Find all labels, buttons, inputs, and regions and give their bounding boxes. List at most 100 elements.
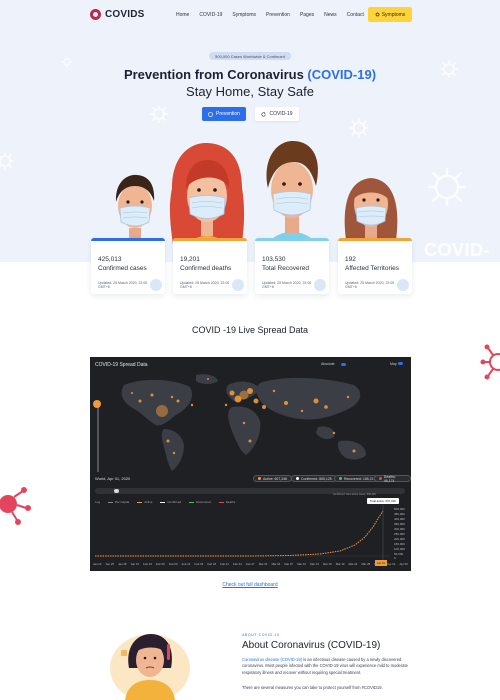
stat-value: 192: [345, 256, 356, 263]
about-covid-link[interactable]: Coronavirus disease (COVID-19): [242, 657, 302, 662]
x-tick: Mar 07: [284, 562, 294, 566]
logo-text: COVIDS: [105, 9, 145, 20]
stat-label: Confirmed cases: [98, 265, 147, 272]
zoom-slider-track[interactable]: [97, 404, 99, 472]
sick-woman-illustration: [110, 634, 190, 700]
active-dot-icon: [258, 477, 261, 480]
nav-item-home[interactable]: Home: [176, 12, 189, 18]
logo[interactable]: COVIDS: [90, 9, 145, 20]
stat-updated: Updated: 25 March 2020, 22:00 GMT+6: [98, 281, 148, 289]
prevention-button[interactable]: Prevention: [202, 107, 246, 121]
active-cases-line-chart[interactable]: [90, 505, 411, 562]
tab-recovered[interactable]: Recovered: [189, 500, 211, 504]
virus-icon: [150, 105, 168, 123]
about-title: About Coronavirus (COVID-19): [242, 640, 381, 651]
y-tick: 0: [394, 556, 396, 560]
virus-icon: [150, 279, 162, 291]
tab-label: Per Capita: [115, 500, 130, 504]
x-tick: Jan 31: [130, 562, 139, 566]
nav-item-prevention[interactable]: Prevention: [266, 12, 290, 18]
world-map[interactable]: [104, 371, 404, 475]
y-tick: 350,000: [394, 522, 405, 526]
x-tick: Feb 24: [233, 562, 242, 566]
virus-icon: [375, 12, 380, 17]
dashboard-title: COVID-19 Spread Data: [95, 362, 148, 368]
active-series-line: [95, 510, 384, 557]
toggle-switch[interactable]: [397, 362, 403, 365]
absolute-toggle-label: Absolute: [321, 362, 335, 366]
hero-title: Prevention from Coronavirus (COVID-19): [0, 67, 500, 82]
card-accent-bar: [91, 238, 165, 241]
x-tick: Apr 01: [387, 562, 396, 566]
x-tick: Feb 09: [168, 562, 178, 566]
map-toggle[interactable]: Map: [390, 362, 403, 366]
symptoms-cta-button[interactable]: Symptoms: [368, 7, 412, 22]
virus-icon: [232, 279, 244, 291]
y-tick: 500,000: [394, 507, 405, 511]
absolute-toggle[interactable]: Absolute: [321, 362, 346, 366]
legend-deaths[interactable]: Deaths: 46,174: [374, 475, 411, 483]
stat-label: Affected Territories: [345, 265, 399, 272]
stat-label: Total Recovered: [262, 265, 309, 272]
hero-subtitle: Stay Home, Stay Safe: [186, 84, 314, 99]
x-tick: Mar 22: [348, 562, 358, 566]
about-paragraph-2: There are several measures you can take …: [242, 685, 383, 690]
card-accent-bar: [173, 238, 247, 241]
stat-card-confirmed: 425,013 Confirmed cases Updated: 25 Marc…: [91, 238, 165, 294]
stat-value: 425,013: [98, 256, 122, 263]
y-tick: 400,000: [394, 517, 405, 521]
x-tick: Apr 06: [399, 562, 408, 566]
line-swatch-icon: [160, 501, 166, 503]
x-tick: Jan 28: [118, 562, 127, 566]
refresh-icon: [261, 111, 267, 116]
legend-label: Recovered: 185,217: [344, 476, 376, 481]
card-accent-bar: [255, 238, 329, 241]
x-tick: Feb 06: [155, 562, 165, 566]
x-tick: Mar 19: [335, 562, 345, 566]
nav-item-contact[interactable]: Contact: [347, 12, 364, 18]
stat-label: Confirmed deaths: [180, 265, 232, 272]
full-dashboard-link[interactable]: Check out full dashboard: [0, 582, 500, 588]
line-swatch-icon: [108, 501, 114, 503]
hero-title-text: Prevention from Coronavirus: [123, 67, 308, 82]
nav-item-news[interactable]: News: [324, 12, 337, 18]
tab-label: Confirmed: [167, 500, 182, 504]
nav-item-symptoms[interactable]: Symptoms: [232, 12, 256, 18]
zoom-slider-handle[interactable]: [93, 400, 101, 408]
line-swatch-icon: [189, 501, 195, 503]
toggle-switch[interactable]: [340, 362, 346, 366]
tab-label: Log: [95, 500, 101, 504]
virus-icon: [314, 279, 326, 291]
stat-card-deaths: 19,201 Confirmed deaths Updated: 25 Marc…: [173, 238, 247, 294]
virus-icon: [440, 60, 458, 78]
x-tick: Mar 25: [361, 562, 371, 566]
spread-dashboard[interactable]: COVID-19 Spread Data Absolute Map World,…: [90, 357, 411, 571]
stat-card-territories: 192 Affected Territories Updated: 25 Mar…: [338, 238, 412, 294]
x-tick: Mar 04: [271, 562, 281, 566]
covid-19-button[interactable]: COVID-19: [255, 107, 299, 121]
nav-item-pages[interactable]: Pages: [300, 12, 314, 18]
x-tick: Feb 21: [220, 562, 229, 566]
tab-label: Active: [144, 500, 153, 504]
tab-deaths[interactable]: Deaths: [218, 500, 235, 504]
line-swatch-icon: [218, 501, 224, 503]
virus-icon: [428, 168, 466, 206]
nav-item-covid-19[interactable]: COVID-19: [199, 12, 222, 18]
y-tick: 150,000: [394, 542, 405, 546]
timeline-handle[interactable]: [114, 489, 119, 493]
tab-per-capita[interactable]: Per Capita: [108, 500, 129, 504]
confirmed-dot-icon: [296, 477, 299, 480]
legend-active[interactable]: Active: 607,346: [253, 475, 293, 482]
legend-confirmed[interactable]: Confirmed: 865,125: [291, 475, 337, 482]
tab-log[interactable]: Log: [95, 500, 100, 504]
x-tick: Mar 16: [322, 562, 332, 566]
hero-title-accent: (COVID-19): [307, 67, 377, 82]
cases-pill: 500,000 Cases Worldwide & Continued: [209, 52, 291, 60]
main-menu: Home COVID-19 Symptoms Prevention Pages …: [176, 12, 364, 18]
virus-icon: [0, 152, 14, 170]
card-accent-bar: [338, 238, 412, 241]
x-tick: Feb 15: [194, 562, 204, 566]
tab-confirmed[interactable]: Confirmed: [160, 500, 181, 504]
tab-active[interactable]: Active: [137, 500, 152, 504]
x-tick: Mar 13: [310, 562, 319, 566]
